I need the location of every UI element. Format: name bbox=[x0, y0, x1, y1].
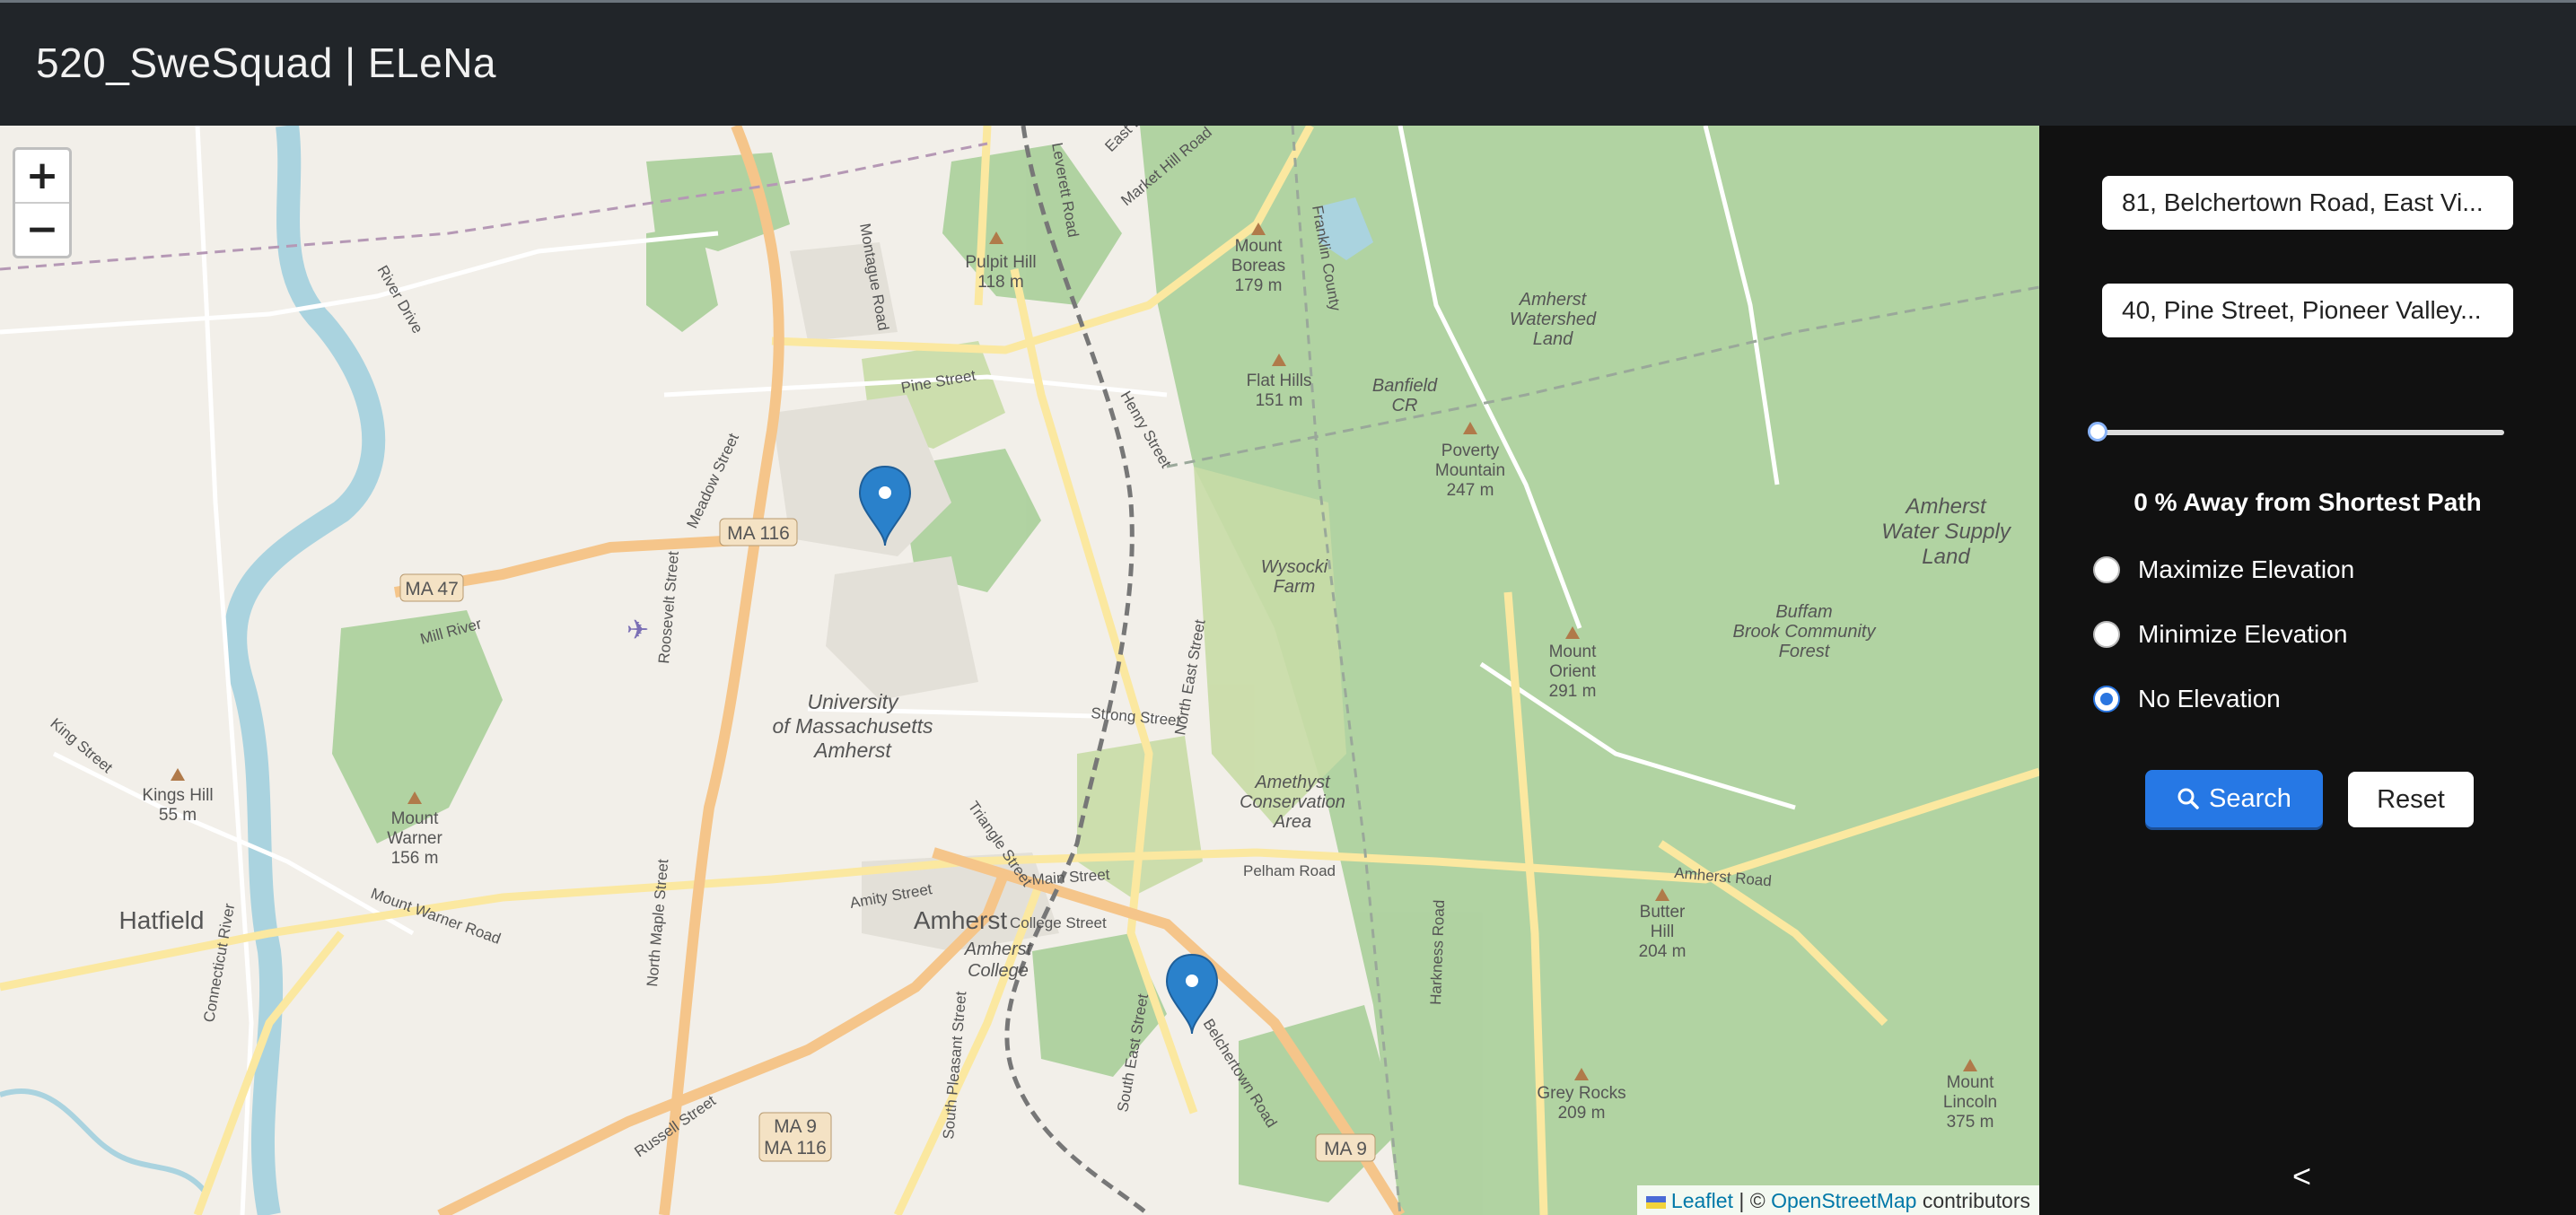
leaflet-link[interactable]: Leaflet bbox=[1671, 1189, 1733, 1212]
map-label-mount-boreas: Mount bbox=[1235, 237, 1284, 256]
map-label-mount-boreas-2: Boreas bbox=[1231, 257, 1285, 275]
osm-link[interactable]: OpenStreetMap bbox=[1771, 1189, 1916, 1212]
attribution-contributors: contributors bbox=[1916, 1189, 2030, 1212]
map-label-buffam-1: Buffam bbox=[1775, 602, 1832, 622]
label-minimize-elevation[interactable]: Minimize Elevation bbox=[2138, 621, 2347, 648]
map-label-amethyst-3: Area bbox=[1273, 812, 1311, 832]
map-label-mount-orient-1: Mount bbox=[1549, 642, 1598, 661]
map-attribution: Leaflet | © OpenStreetMap contributors bbox=[1636, 1185, 2039, 1215]
map-label-mount-warner-1: Mount bbox=[391, 809, 440, 828]
map-shield-ma116: MA 116 bbox=[727, 523, 790, 544]
path-percent-label: 0 % Away from Shortest Path bbox=[2134, 488, 2482, 516]
map-label-butter-h: 204 m bbox=[1639, 942, 1687, 961]
zoom-out-button[interactable]: − bbox=[15, 202, 69, 256]
map-label-butter-2: Hill bbox=[1651, 922, 1674, 941]
start-location-input[interactable]: 81, Belchertown Road, East Vi... bbox=[2102, 176, 2513, 230]
map-label-umass-1: University bbox=[808, 690, 899, 713]
map-label-amherst-college-1: Amherst bbox=[964, 940, 1033, 959]
route-sidebar: 81, Belchertown Road, East Vi... 40, Pin… bbox=[2039, 126, 2576, 1215]
zoom-control: + − bbox=[13, 147, 72, 258]
flag-icon bbox=[1645, 1195, 1666, 1209]
map-label-water-supply-2: Water Supply bbox=[1881, 520, 2012, 544]
map-label-grey-rocks-h: 209 m bbox=[1558, 1104, 1606, 1123]
map-shield-ma9-a: MA 9 bbox=[774, 1116, 817, 1137]
map-label-flat-hills: Flat Hills bbox=[1247, 371, 1312, 390]
map-label-pulpit-hill-h: 118 m bbox=[977, 273, 1023, 292]
map-label-amethyst-1: Amethyst bbox=[1254, 773, 1331, 792]
map-street-pelham: Pelham Road bbox=[1243, 862, 1336, 879]
map-label-umass-3: Amherst bbox=[812, 739, 892, 762]
radio-no-elevation[interactable] bbox=[2093, 686, 2120, 712]
label-maximize-elevation[interactable]: Maximize Elevation bbox=[2138, 556, 2354, 583]
path-percent-slider[interactable] bbox=[2088, 415, 2504, 450]
map-label-amherst: Amherst bbox=[914, 906, 1007, 934]
map-label-banfield-1: Banfield bbox=[1372, 376, 1438, 396]
reset-button[interactable]: Reset bbox=[2348, 772, 2474, 827]
map-label-umass-2: of Massachusetts bbox=[773, 714, 933, 738]
top-navbar: 520_SweSquad | ELeNa bbox=[0, 0, 2576, 126]
map-label-poverty-1: Poverty bbox=[1441, 441, 1500, 460]
map-label-mount-boreas-h: 179 m bbox=[1235, 276, 1283, 295]
airport-icon: ✈ bbox=[626, 616, 649, 645]
zoom-in-button[interactable]: + bbox=[15, 150, 69, 202]
map-label-amherst-college-2: College bbox=[968, 961, 1029, 981]
map-label-buffam-2: Brook Community bbox=[1733, 622, 1877, 642]
map-label-kings-hill: Kings Hill bbox=[142, 786, 213, 805]
map-label-mount-warner-h: 156 m bbox=[391, 849, 439, 868]
app-title: 520_SweSquad | ELeNa bbox=[36, 39, 496, 86]
map-label-mount-lincoln-1: Mount bbox=[1947, 1073, 1995, 1092]
map-view[interactable]: Hatfield Amherst University of Massachus… bbox=[0, 126, 2039, 1215]
map-shield-ma116-b: MA 116 bbox=[764, 1138, 827, 1158]
map-label-water-supply-1: Amherst bbox=[1904, 494, 1987, 519]
map-label-flat-hills-h: 151 m bbox=[1256, 391, 1303, 410]
map-label-mount-lincoln-2: Lincoln bbox=[1943, 1093, 1997, 1112]
map-label-poverty-2: Mountain bbox=[1435, 461, 1505, 480]
search-icon bbox=[2177, 788, 2199, 809]
map-label-butter-1: Butter bbox=[1640, 903, 1686, 922]
map-street-college: College Street bbox=[1010, 914, 1107, 931]
collapse-sidebar-icon[interactable]: < bbox=[2292, 1158, 2311, 1195]
map-label-grey-rocks: Grey Rocks bbox=[1537, 1084, 1625, 1103]
search-button[interactable]: Search bbox=[2145, 770, 2323, 827]
end-location-input[interactable]: 40, Pine Street, Pioneer Valley... bbox=[2102, 284, 2513, 337]
map-label-amethyst-2: Conservation bbox=[1240, 792, 1345, 812]
map-label-watershed-1: Amherst bbox=[1519, 290, 1588, 310]
map-label-water-supply-3: Land bbox=[1922, 545, 1970, 569]
map-shield-ma9-c: MA 9 bbox=[1324, 1139, 1367, 1159]
map-label-watershed-2: Watershed bbox=[1510, 310, 1597, 329]
map-label-buffam-3: Forest bbox=[1779, 642, 1831, 661]
map-label-mount-lincoln-h: 375 m bbox=[1947, 1113, 1994, 1132]
slider-track[interactable] bbox=[2090, 430, 2504, 435]
map-tiles[interactable]: Hatfield Amherst University of Massachus… bbox=[0, 126, 2039, 1215]
map-label-wysocki-1: Wysocki bbox=[1261, 557, 1328, 577]
map-label-wysocki-2: Farm bbox=[1274, 577, 1316, 597]
map-shield-ma47: MA 47 bbox=[405, 579, 459, 599]
map-label-pulpit-hill: Pulpit Hill bbox=[965, 253, 1036, 272]
map-label-mount-orient-h: 291 m bbox=[1549, 682, 1597, 701]
radio-maximize-elevation[interactable] bbox=[2093, 556, 2120, 583]
map-label-hatfield: Hatfield bbox=[119, 906, 205, 934]
map-label-watershed-3: Land bbox=[1533, 329, 1573, 349]
map-label-banfield-2: CR bbox=[1392, 396, 1418, 415]
radio-minimize-elevation[interactable] bbox=[2093, 621, 2120, 648]
map-label-mount-orient-2: Orient bbox=[1549, 662, 1596, 681]
attribution-separator: | © bbox=[1732, 1189, 1772, 1212]
map-label-mount-warner-2: Warner bbox=[387, 829, 442, 848]
search-button-label: Search bbox=[2209, 784, 2291, 813]
slider-thumb[interactable] bbox=[2088, 422, 2107, 441]
map-label-kings-hill-h: 55 m bbox=[159, 806, 197, 825]
label-no-elevation[interactable]: No Elevation bbox=[2138, 686, 2281, 712]
map-label-poverty-h: 247 m bbox=[1447, 481, 1494, 500]
